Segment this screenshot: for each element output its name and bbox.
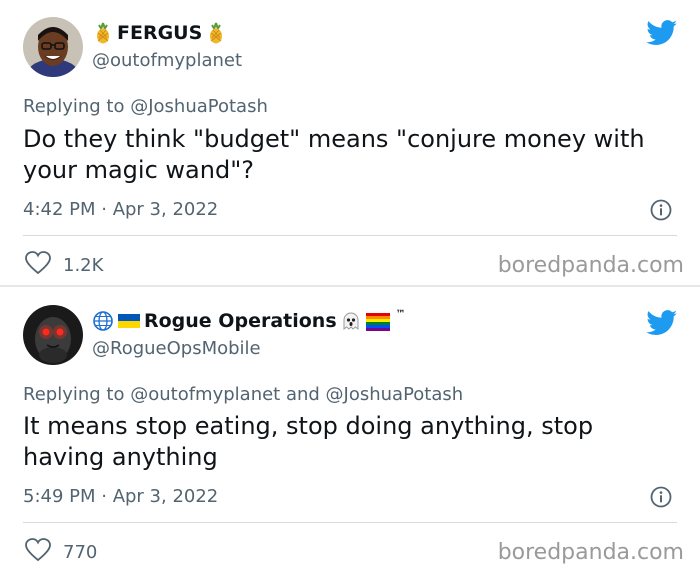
rainbow-flag-icon (365, 310, 391, 332)
heart-icon[interactable] (25, 538, 51, 567)
like-action[interactable]: 770 (25, 538, 97, 567)
twitter-bird-icon[interactable] (646, 310, 678, 336)
tweet-card: FERGUS @outofmyplanet Replying to @Joshu… (0, 0, 700, 286)
reply-mentions[interactable]: @JoshuaPotash (130, 96, 268, 117)
like-count: 770 (63, 542, 98, 563)
tweet-divider (23, 235, 677, 236)
twitter-bird-icon[interactable] (646, 20, 678, 46)
section-divider (0, 285, 700, 287)
ghost-icon (340, 310, 362, 332)
ukraine-flag-icon (117, 310, 141, 332)
like-action[interactable]: 1.2K (25, 251, 103, 280)
replying-prefix: Replying to (23, 384, 125, 405)
avatar[interactable] (23, 17, 83, 77)
globe-icon (92, 310, 114, 332)
tweet-compilation: FERGUS @outofmyplanet Replying to @Joshu… (0, 0, 700, 575)
tweet-timestamp[interactable]: 4:42 PM · Apr 3, 2022 (23, 199, 218, 220)
tweet-timestamp[interactable]: 5:49 PM · Apr 3, 2022 (23, 486, 218, 507)
watermark: boredpanda.com (497, 540, 684, 565)
display-name: Rogue Operations (144, 310, 337, 332)
display-name-row[interactable]: FERGUS (92, 22, 227, 44)
heart-icon[interactable] (25, 251, 51, 280)
tweet-text: Do they think "budget" means "conjure mo… (23, 125, 645, 184)
replying-to: Replying to @outofmyplanet and @JoshuaPo… (23, 384, 463, 405)
display-name-row[interactable]: Rogue Operations ™ (92, 308, 406, 332)
user-handle[interactable]: @RogueOpsMobile (92, 338, 261, 359)
user-handle[interactable]: @outofmyplanet (92, 50, 242, 71)
tweet-divider (23, 522, 677, 523)
trademark-symbol: ™ (395, 308, 406, 320)
replying-prefix: Replying to (23, 96, 125, 117)
pineapple-icon (205, 22, 227, 44)
like-count: 1.2K (63, 255, 104, 276)
display-name: FERGUS (117, 22, 203, 44)
watermark: boredpanda.com (497, 253, 684, 278)
info-icon[interactable] (650, 486, 672, 508)
info-icon[interactable] (650, 199, 672, 221)
tweet-text: It means stop eating, stop doing anythin… (23, 412, 594, 471)
avatar[interactable] (23, 305, 83, 365)
replying-to: Replying to @JoshuaPotash (23, 96, 268, 117)
pineapple-icon (92, 22, 114, 44)
reply-mentions[interactable]: @outofmyplanet and @JoshuaPotash (130, 384, 463, 405)
